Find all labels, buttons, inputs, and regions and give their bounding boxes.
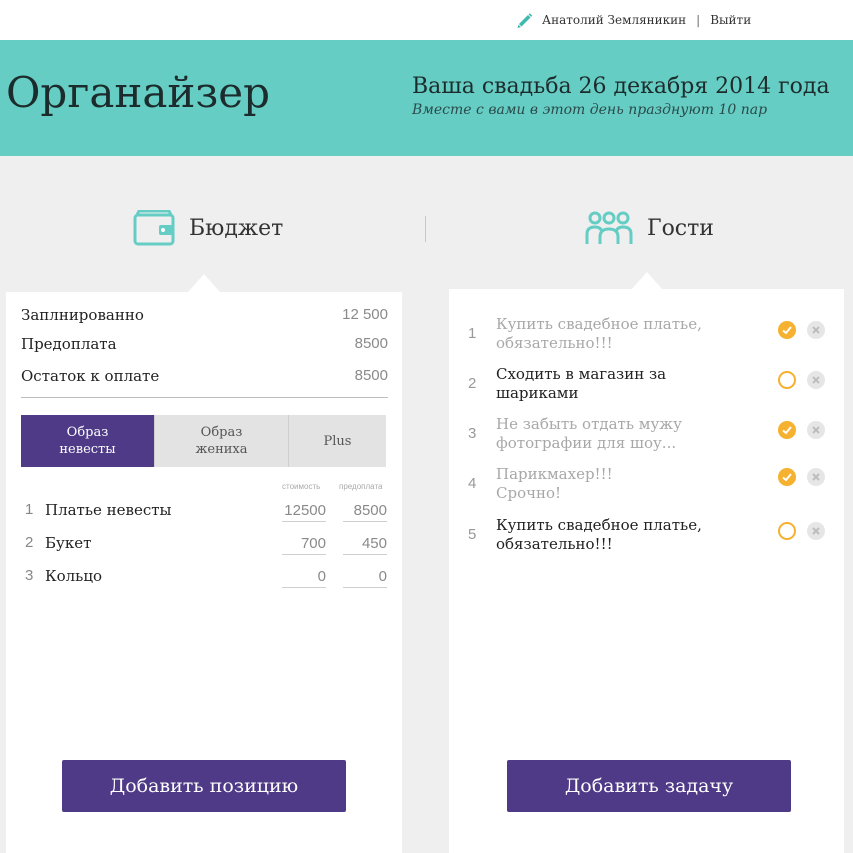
- header-separator: |: [696, 13, 701, 27]
- delete-icon[interactable]: [807, 522, 825, 540]
- check-icon[interactable]: [778, 421, 796, 439]
- task-item: 1 Купить свадебное платье, обязательно!!…: [449, 315, 844, 359]
- guests-heading-label: Гости: [647, 215, 714, 241]
- check-icon[interactable]: [778, 321, 796, 339]
- guests-panel-pointer: [631, 272, 663, 290]
- summary-value: 8500: [354, 367, 388, 384]
- budget-panel-pointer: [188, 274, 220, 292]
- guests-heading[interactable]: Гости: [585, 208, 714, 248]
- section-divider: [425, 216, 426, 242]
- add-position-button[interactable]: Добавить позицию: [62, 760, 346, 812]
- summary-label: Предоплата: [21, 335, 117, 353]
- tab-plus[interactable]: Plus: [288, 415, 386, 467]
- item-number: 1: [25, 501, 34, 518]
- user-area: Анатолий Земляникин | Выйти: [516, 10, 751, 30]
- budget-item: 3 Кольцо: [21, 565, 388, 589]
- column-header-prepaid: предоплата: [339, 482, 383, 491]
- app-logo[interactable]: Органайзер: [6, 68, 270, 117]
- item-name[interactable]: Кольцо: [45, 567, 102, 585]
- task-item: 3 Не забыть отдать мужу фотографии для ш…: [449, 415, 844, 459]
- summary-value: 12 500: [342, 306, 388, 323]
- logout-link[interactable]: Выйти: [710, 13, 751, 27]
- check-icon[interactable]: [778, 468, 796, 486]
- task-text[interactable]: Купить свадебное платье, обязательно!!!: [496, 315, 726, 353]
- pencil-icon[interactable]: [516, 11, 534, 29]
- summary-label: Заплнированно: [21, 306, 144, 324]
- user-name[interactable]: Анатолий Земляникин: [542, 13, 686, 27]
- item-prepaid-input[interactable]: [343, 499, 387, 522]
- task-number: 3: [468, 425, 477, 442]
- item-number: 3: [25, 567, 34, 584]
- task-number: 2: [468, 375, 477, 392]
- column-header-cost: стоимость: [282, 482, 321, 491]
- task-item: 2 Сходить в магазин за шариками: [449, 365, 844, 409]
- budget-heading[interactable]: Бюджет: [133, 208, 283, 248]
- task-text[interactable]: Не забыть отдать мужу фотографии для шоу…: [496, 415, 726, 453]
- task-text[interactable]: Парикмахер!!! Срочно!: [496, 465, 626, 503]
- task-text[interactable]: Сходить в магазин за шариками: [496, 365, 726, 403]
- summary-divider: [21, 397, 388, 398]
- unchecked-icon[interactable]: [778, 522, 796, 540]
- task-text[interactable]: Купить свадебное платье, обязательно!!!: [496, 516, 726, 554]
- wedding-date-title: Ваша свадьба 26 декабря 2014 года: [412, 74, 830, 99]
- item-cost-input[interactable]: [282, 499, 326, 522]
- task-item: 4 Парикмахер!!! Срочно!: [449, 465, 844, 509]
- delete-icon[interactable]: [807, 371, 825, 389]
- summary-prepaid: Предоплата 8500: [21, 335, 388, 353]
- hero-banner: Органайзер Ваша свадьба 26 декабря 2014 …: [0, 40, 853, 156]
- task-number: 5: [468, 526, 477, 543]
- budget-tabs: Образ невесты Образ жениха Plus: [21, 415, 386, 467]
- summary-value: 8500: [354, 335, 388, 352]
- task-item: 5 Купить свадебное платье, обязательно!!…: [449, 516, 844, 560]
- budget-item: 1 Платье невесты: [21, 499, 388, 523]
- budget-item: 2 Букет: [21, 532, 388, 556]
- item-prepaid-input[interactable]: [343, 532, 387, 555]
- people-icon: [585, 211, 633, 244]
- item-prepaid-input[interactable]: [343, 565, 387, 588]
- item-name[interactable]: Платье невесты: [45, 501, 172, 519]
- wedding-subtitle: Вместе с вами в этот день празднуют 10 п…: [412, 102, 768, 118]
- tab-bride-look[interactable]: Образ невесты: [21, 415, 154, 467]
- delete-icon[interactable]: [807, 468, 825, 486]
- item-name[interactable]: Букет: [45, 534, 91, 552]
- delete-icon[interactable]: [807, 421, 825, 439]
- add-task-button[interactable]: Добавить задачу: [507, 760, 791, 812]
- item-cost-input[interactable]: [282, 565, 326, 588]
- tab-groom-look[interactable]: Образ жениха: [154, 415, 288, 467]
- budget-heading-label: Бюджет: [189, 215, 284, 241]
- task-number: 4: [468, 475, 477, 492]
- unchecked-icon[interactable]: [778, 371, 796, 389]
- item-number: 2: [25, 534, 34, 551]
- top-bar: Анатолий Земляникин | Выйти: [0, 0, 853, 40]
- summary-planned: Заплнированно 12 500: [21, 306, 388, 324]
- item-cost-input[interactable]: [282, 532, 326, 555]
- delete-icon[interactable]: [807, 321, 825, 339]
- summary-label: Остаток к оплате: [21, 367, 160, 385]
- summary-remaining: Остаток к оплате 8500: [21, 367, 388, 385]
- wallet-icon: [133, 210, 175, 246]
- task-number: 1: [468, 325, 477, 342]
